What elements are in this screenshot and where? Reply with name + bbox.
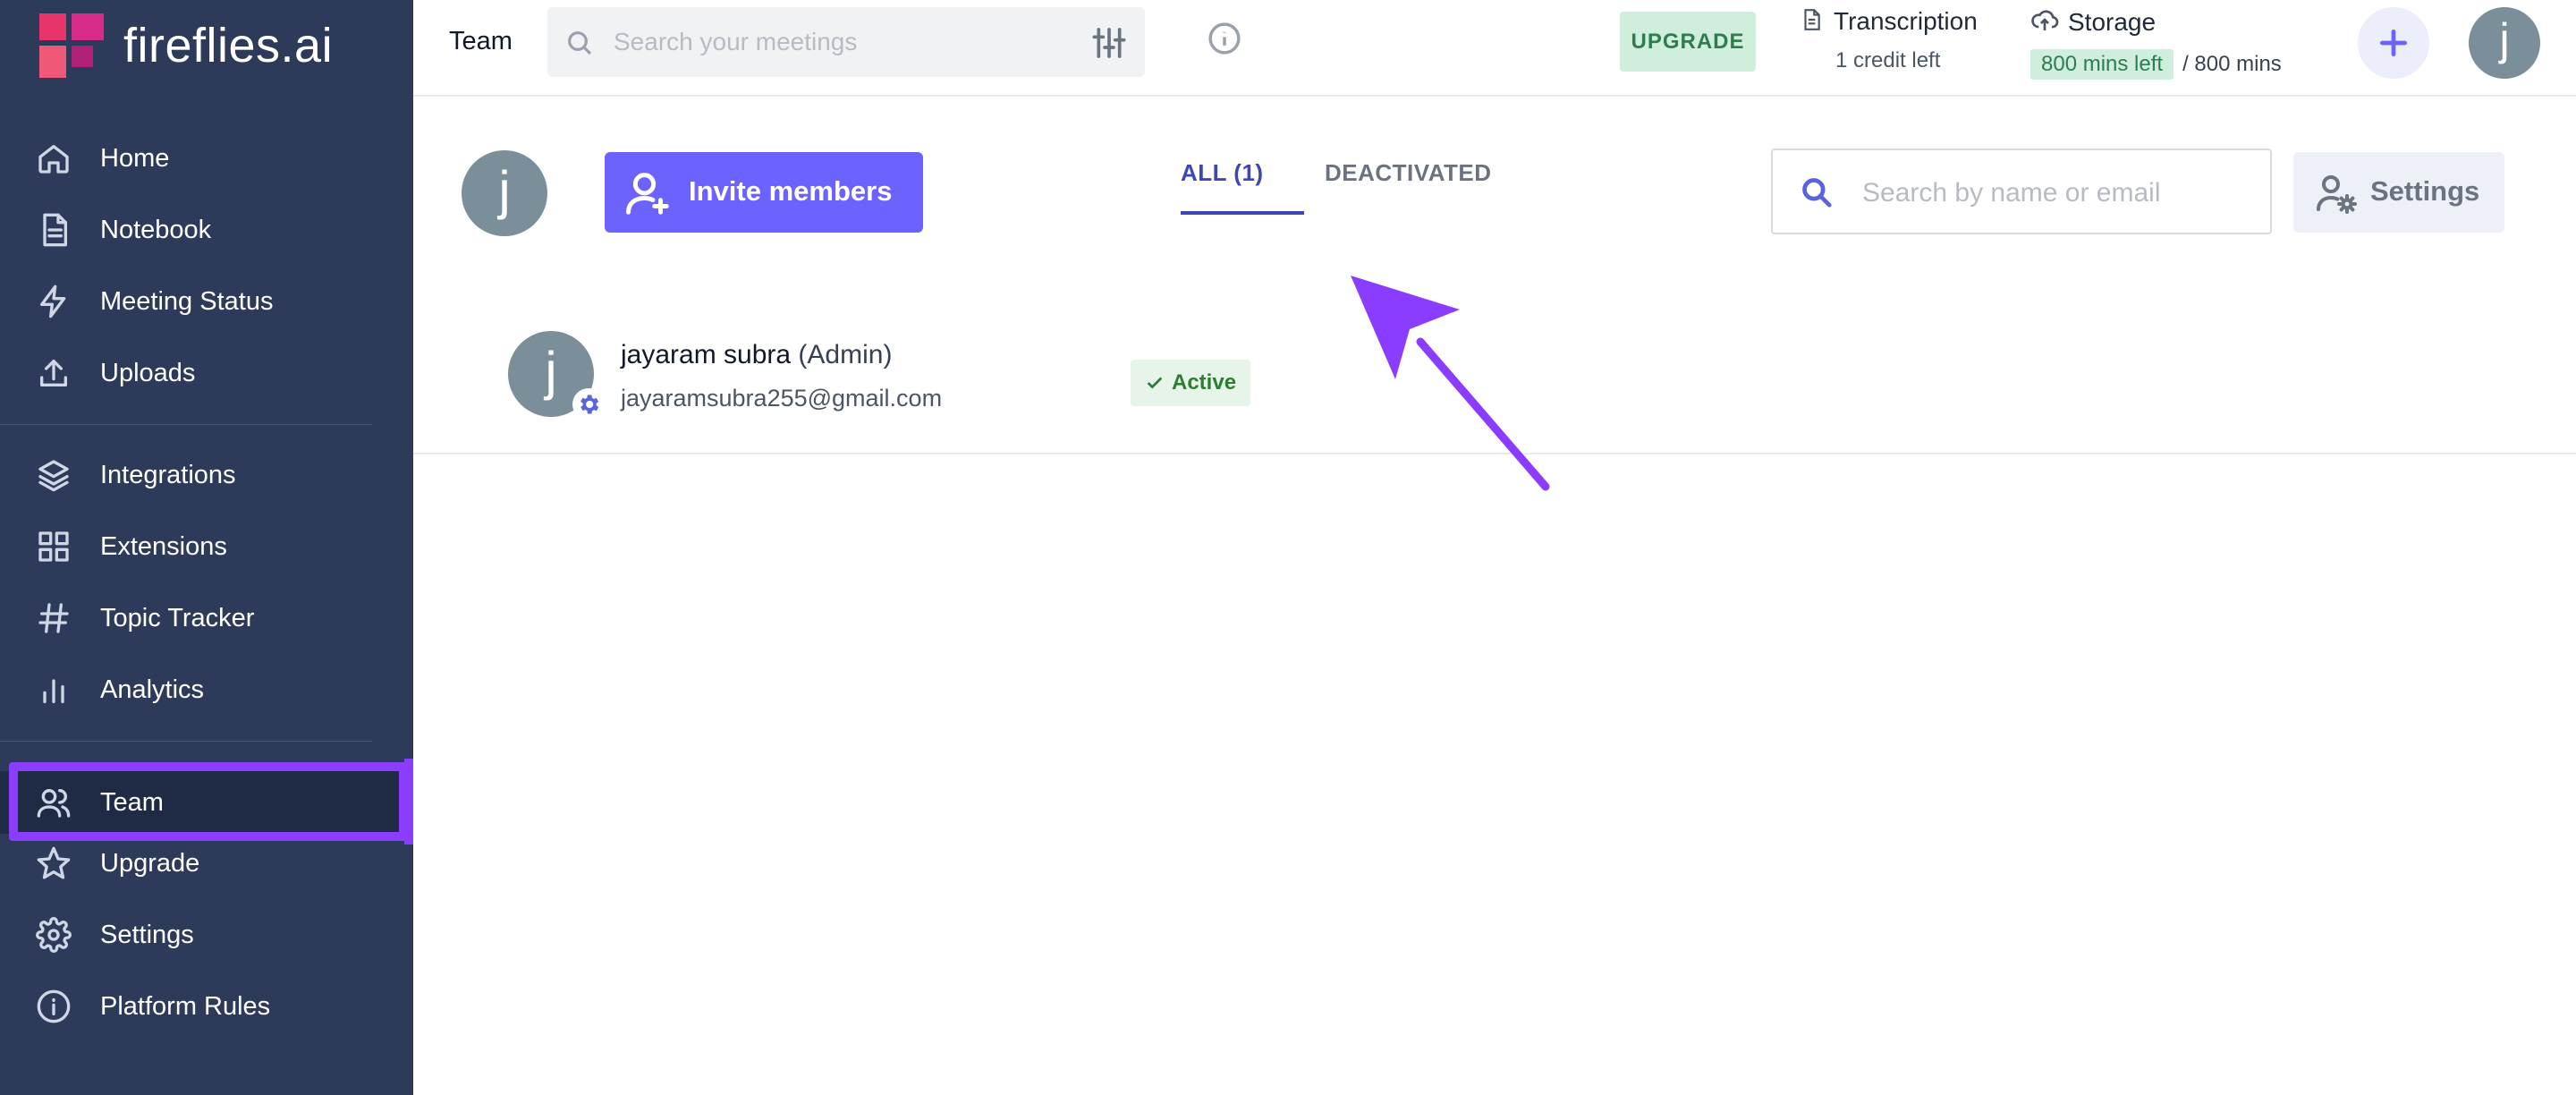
hashtag-icon [34,598,73,638]
status-badge: Active [1131,360,1251,406]
team-settings-button[interactable]: Settings [2293,152,2504,233]
page-title: Team [449,27,513,55]
sidebar-item-label: Analytics [100,675,205,704]
notebook-icon [34,210,73,250]
sidebar-item-label: Settings [100,920,194,949]
cloud-upload-icon [2030,5,2059,38]
sidebar-item-label: Uploads [100,358,196,387]
admin-gear-icon [572,388,605,420]
users-icon [34,783,73,822]
storage-total: / 800 mins [2182,52,2282,76]
member-search-input[interactable] [1862,174,2247,213]
team-settings-label: Settings [2370,175,2480,207]
sidebar-item-settings[interactable]: Settings [0,904,413,966]
sidebar: fireflies.ai Home Notebook Meeting Statu… [0,0,413,1095]
sidebar-item-team[interactable]: Team [0,771,413,834]
sidebar-item-extensions[interactable]: Extensions [0,515,413,578]
transcription-credits-left: 1 credit left [1835,48,1941,72]
sidebar-item-home[interactable]: Home [0,127,413,190]
add-user-icon [624,170,673,218]
tab-all[interactable]: ALL (1) [1181,159,1264,187]
member-search[interactable] [1771,149,2272,234]
member-email: jayaramsubra255@gmail.com [621,385,943,412]
search-icon [1800,175,1834,209]
plus-icon [2379,29,2408,57]
search-input[interactable] [614,21,1061,63]
sidebar-item-analytics[interactable]: Analytics [0,658,413,721]
gear-icon [34,915,73,955]
storage-mins-left-badge: 800 mins left [2030,49,2174,80]
upgrade-button[interactable]: UPGRADE [1620,12,1756,72]
bar-chart-icon [34,670,73,709]
upload-icon [34,353,73,393]
sidebar-item-label: Upgrade [100,848,200,878]
brand-logo[interactable]: fireflies.ai [39,13,333,79]
user-gear-icon [2315,172,2358,215]
top-bar: Team UPGRADE Transcription 1 credit left… [413,0,2576,97]
sidebar-divider [0,741,372,742]
member-name: jayaram subra (Admin) [621,340,892,370]
add-button[interactable] [2358,7,2429,79]
info-icon [34,987,73,1026]
team-highlight-marker [404,759,413,845]
transcription-title: Transcription [1834,7,1978,35]
member-role: (Admin) [798,340,893,369]
transcription-credits[interactable]: Transcription 1 credit left [1800,7,2005,73]
storage-title: Storage [2068,7,2157,36]
lightning-icon [34,282,73,321]
star-icon [34,844,73,883]
home-icon [34,139,73,178]
check-icon [1147,377,1163,389]
sidebar-item-uploads[interactable]: Uploads [0,342,413,404]
table-row[interactable]: j jayaram subra (Admin) jayaramsubra255@… [413,320,2576,454]
document-icon [1800,8,1823,36]
sidebar-item-label: Platform Rules [100,991,271,1021]
info-icon[interactable] [1208,21,1241,55]
tab-deactivated[interactable]: DEACTIVATED [1325,159,1492,187]
storage-usage[interactable]: Storage 800 mins left / 800 mins [2030,5,2326,80]
team-page: j Invite members ALL (1) DEACTIVATED Set… [413,97,2576,1095]
sidebar-item-integrations[interactable]: Integrations [0,444,413,506]
sidebar-item-meeting-status[interactable]: Meeting Status [0,270,413,333]
filter-sliders-icon[interactable] [1091,25,1127,61]
sidebar-item-notebook[interactable]: Notebook [0,199,413,261]
sidebar-item-label: Team [100,787,164,817]
sidebar-item-label: Notebook [100,215,212,244]
invite-members-label: Invite members [689,175,893,207]
sidebar-item-label: Home [100,143,170,173]
status-text: Active [1172,370,1237,395]
brand-name: fireflies.ai [123,19,334,72]
sidebar-divider [0,424,372,425]
sidebar-item-upgrade[interactable]: Upgrade [0,832,413,895]
sidebar-item-label: Extensions [100,531,227,561]
meeting-search[interactable] [547,7,1145,77]
sidebar-item-topic-tracker[interactable]: Topic Tracker [0,587,413,649]
user-avatar[interactable]: j [2469,7,2540,79]
fireflies-logo-icon [39,13,104,78]
team-avatar: j [462,150,547,236]
grid-icon [34,527,73,566]
search-icon [565,29,594,57]
sidebar-item-platform-rules[interactable]: Platform Rules [0,975,413,1038]
sidebar-item-label: Meeting Status [100,286,274,316]
invite-members-button[interactable]: Invite members [605,152,923,233]
layers-icon [34,455,73,495]
active-tab-indicator [1181,211,1304,215]
sidebar-item-label: Topic Tracker [100,603,255,632]
sidebar-item-label: Integrations [100,460,236,489]
member-name-text: jayaram subra [621,340,792,369]
